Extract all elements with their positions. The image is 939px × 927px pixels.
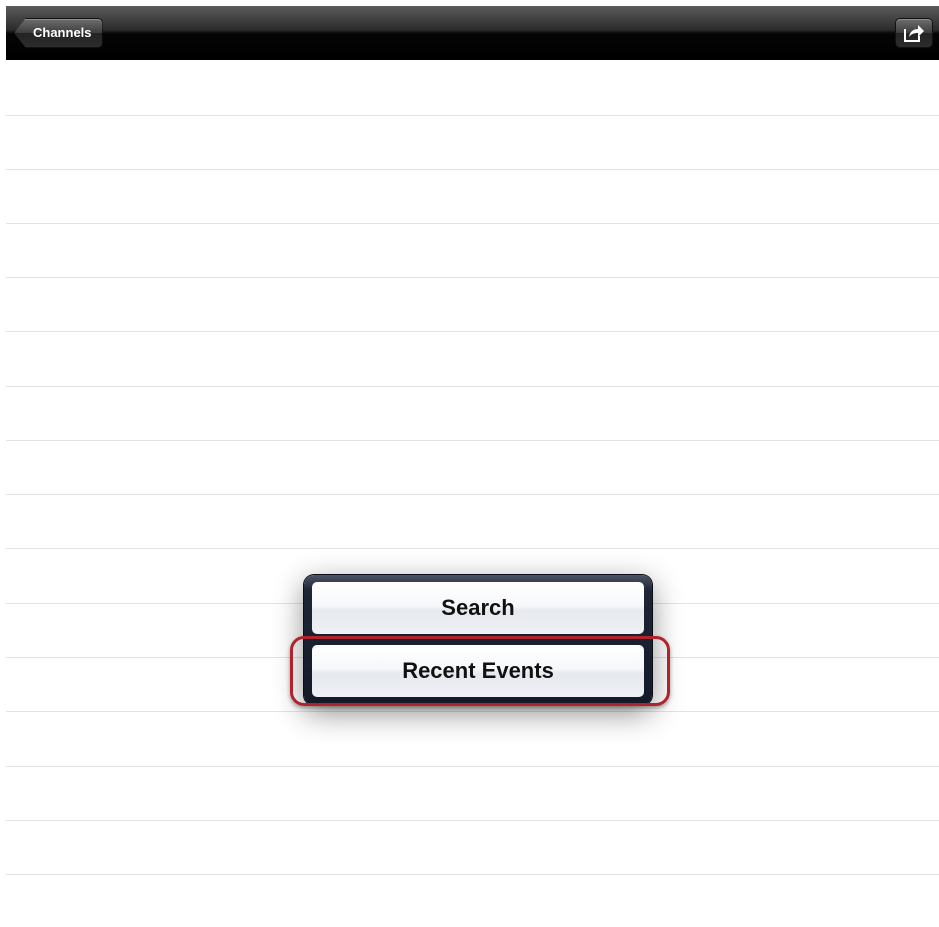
table-row-separator: [6, 331, 939, 332]
search-button-label: Search: [441, 595, 515, 620]
table-row-separator: [6, 223, 939, 224]
back-button-label: Channels: [33, 25, 92, 40]
table-row-separator: [6, 169, 939, 170]
recent-events-button-label: Recent Events: [402, 658, 554, 683]
share-button[interactable]: [895, 18, 933, 48]
action-popover: Search Recent Events: [304, 575, 652, 705]
table-row-separator: [6, 820, 939, 821]
recent-events-button[interactable]: Recent Events: [312, 645, 644, 697]
table-row-separator: [6, 277, 939, 278]
table-row-separator: [6, 766, 939, 767]
table-row-separator: [6, 711, 939, 712]
table-row-separator: [6, 440, 939, 441]
navigation-bar: Channels: [6, 6, 939, 60]
share-icon: [904, 25, 924, 42]
table-row-separator: [6, 115, 939, 116]
table-row-separator: [6, 494, 939, 495]
table-row-separator: [6, 548, 939, 549]
table-row-separator: [6, 874, 939, 875]
search-button[interactable]: Search: [312, 582, 644, 634]
table-row-separator: [6, 386, 939, 387]
screen: Channels Search Recent Events: [0, 0, 939, 927]
channels-back-button[interactable]: Channels: [14, 18, 103, 48]
